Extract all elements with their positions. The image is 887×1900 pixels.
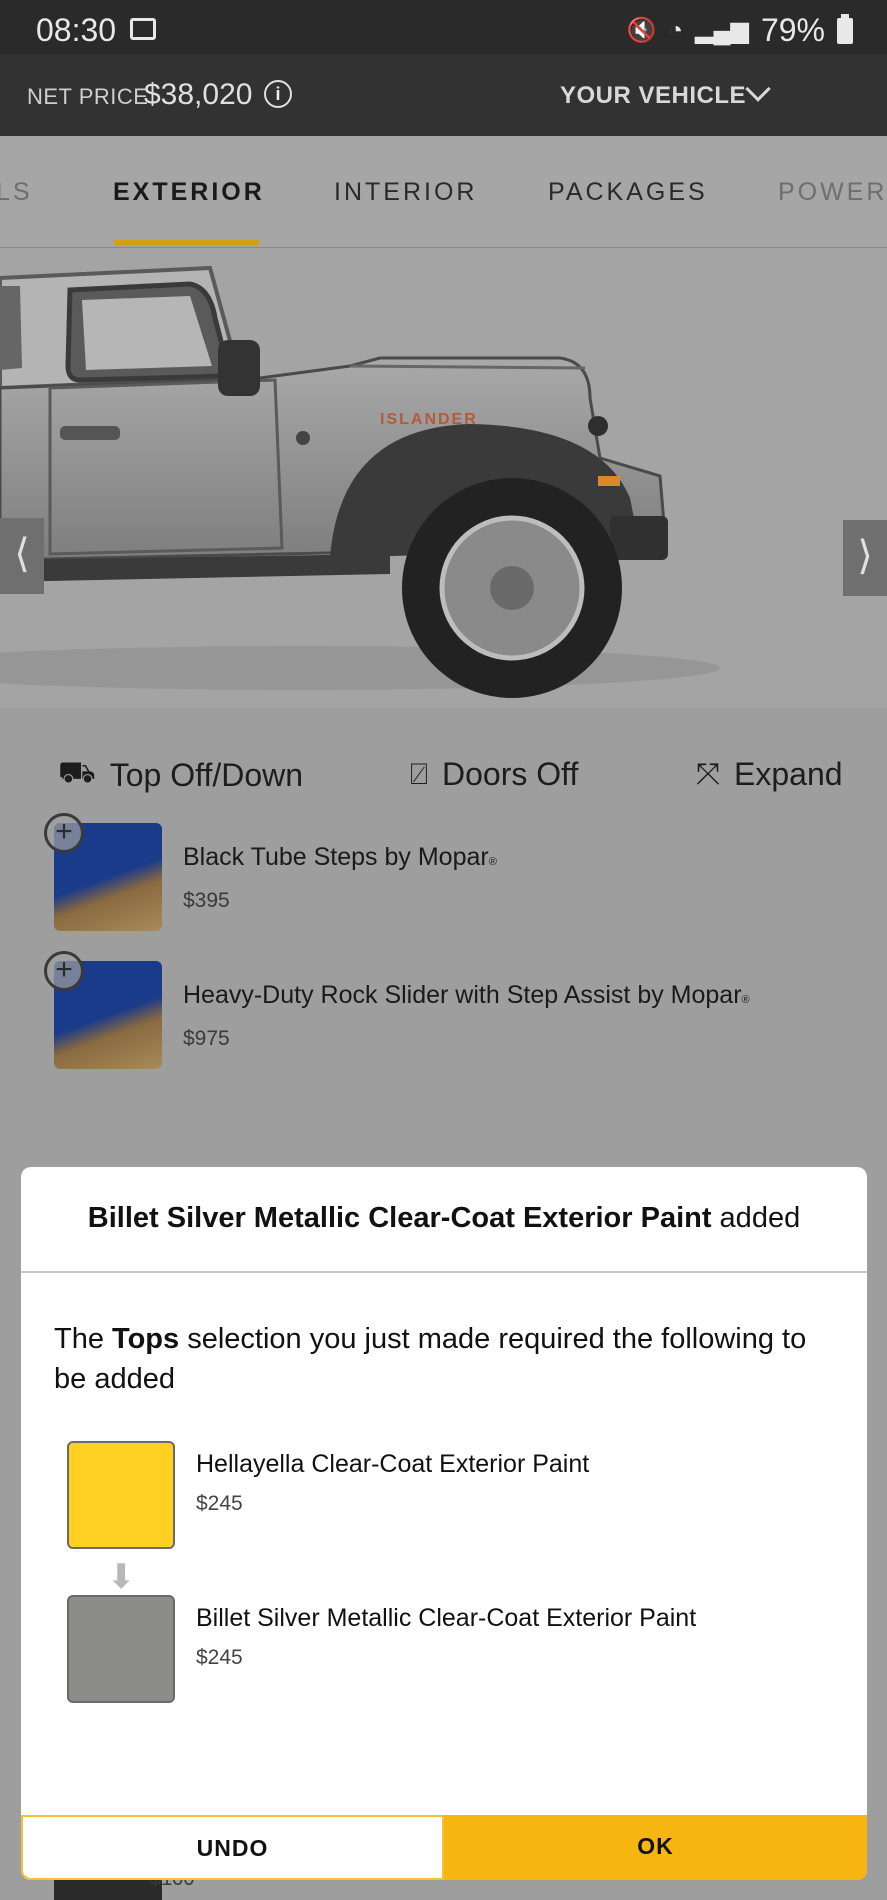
option-name: Hellayella Clear-Coat Exterior Paint bbox=[196, 1450, 590, 1478]
expand-icon: ⤧ bbox=[696, 757, 720, 791]
chevron-down-icon[interactable] bbox=[745, 76, 771, 102]
status-bar: 08:30 🔇 ◔ ▂▄▆ 79% bbox=[0, 0, 887, 54]
accessory-name: Black Tube Steps by Mopar bbox=[183, 843, 489, 871]
clock: 08:30 bbox=[36, 12, 117, 48]
previous-view-button[interactable]: ⟨ bbox=[0, 518, 44, 594]
tab-ls[interactable]: LS bbox=[0, 178, 33, 207]
battery-icon bbox=[837, 13, 853, 44]
view-controls: ⛟ Top Off/Down ⍁ Doors Off ⤧ Expand bbox=[0, 748, 887, 808]
jeep-illustration: ISLANDER bbox=[0, 265, 720, 698]
dialog-title: Billet Silver Metallic Clear-Coat Exteri… bbox=[21, 1167, 867, 1273]
net-price-value: $38,020 bbox=[144, 78, 253, 111]
next-view-button[interactable]: ⟩ bbox=[843, 520, 887, 596]
top-off-toggle[interactable]: ⛟ Top Off/Down bbox=[58, 756, 303, 794]
option-price: $245 bbox=[196, 1492, 243, 1515]
top-off-label: Top Off/Down bbox=[109, 756, 304, 793]
required-options-dialog: Billet Silver Metallic Clear-Coat Exteri… bbox=[21, 1167, 867, 1880]
dialog-message: The Tops selection you just made require… bbox=[54, 1323, 807, 1395]
battery-percent: 79% bbox=[760, 12, 825, 48]
color-swatch-billet-silver bbox=[67, 1595, 175, 1703]
chevron-left-icon: ⟨ bbox=[14, 532, 30, 576]
accessory-price: $975 bbox=[183, 1027, 230, 1050]
list-item[interactable]: + Heavy-Duty Rock Slider with Step Assis… bbox=[44, 951, 814, 1069]
signal-icon: ▂▄▆ bbox=[695, 17, 749, 44]
registered-mark: ® bbox=[488, 856, 497, 868]
mute-icon: 🔇 bbox=[626, 17, 657, 44]
added-option-name: Billet Silver Metallic Clear-Coat Exteri… bbox=[87, 1202, 712, 1234]
color-swatch-hellayella bbox=[67, 1441, 175, 1549]
category-tabs: LS EXTERIOR INTERIOR PACKAGES POWER bbox=[0, 136, 887, 248]
your-vehicle-menu[interactable]: YOUR VEHICLE bbox=[560, 82, 746, 110]
tab-powertrain[interactable]: POWER bbox=[778, 178, 887, 207]
registered-mark: ® bbox=[741, 994, 750, 1006]
list-item[interactable]: + Black Tube Steps by Mopar® $395 bbox=[44, 813, 814, 931]
status-icons: 🔇 ◔ ▂▄▆ 79% bbox=[627, 12, 853, 49]
ok-button[interactable]: OK bbox=[444, 1815, 867, 1880]
undo-button[interactable]: UNDO bbox=[21, 1815, 444, 1880]
option-price: $245 bbox=[196, 1646, 243, 1669]
net-price-label: NET PRICE bbox=[27, 84, 149, 109]
option-name: Billet Silver Metallic Clear-Coat Exteri… bbox=[196, 1604, 697, 1632]
vehicle-image: ISLANDER ⟨ ⟩ bbox=[0, 248, 887, 708]
gallery-icon bbox=[130, 18, 156, 40]
expand-button[interactable]: ⤧ Expand bbox=[696, 756, 843, 793]
chevron-right-icon: ⟩ bbox=[857, 534, 873, 578]
tab-interior[interactable]: INTERIOR bbox=[334, 178, 477, 207]
expand-label: Expand bbox=[734, 756, 843, 792]
tab-exterior[interactable]: EXTERIOR bbox=[113, 178, 265, 207]
door-icon: ⍁ bbox=[410, 757, 428, 791]
arrow-down-icon: ⬇ bbox=[107, 1558, 136, 1596]
info-icon[interactable]: i bbox=[264, 80, 292, 108]
convertible-top-icon: ⛟ bbox=[58, 756, 96, 789]
doors-off-toggle[interactable]: ⍁ Doors Off bbox=[410, 756, 578, 793]
add-icon[interactable]: + bbox=[44, 813, 84, 853]
category-name: Tops bbox=[112, 1323, 180, 1355]
doors-off-label: Doors Off bbox=[442, 756, 579, 792]
active-tab-indicator bbox=[114, 240, 259, 246]
added-suffix: added bbox=[711, 1202, 801, 1234]
price-bar: NET PRICE $38,020 i YOUR VEHICLE bbox=[0, 54, 887, 136]
accessory-name: Heavy-Duty Rock Slider with Step Assist … bbox=[183, 981, 742, 1009]
add-icon[interactable]: + bbox=[44, 951, 84, 991]
tab-packages[interactable]: PACKAGES bbox=[548, 178, 708, 207]
accessory-price: $395 bbox=[183, 889, 230, 912]
wifi-icon: ◔ bbox=[668, 16, 684, 44]
